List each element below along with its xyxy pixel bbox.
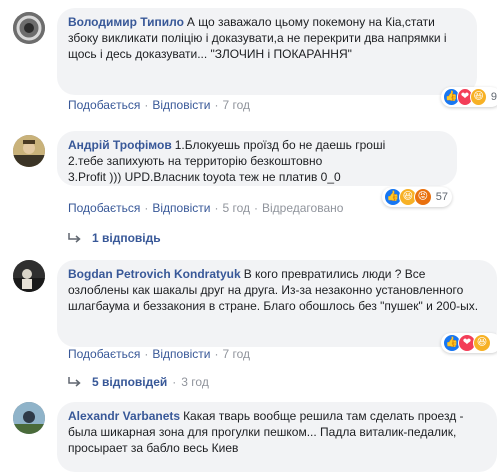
comment-author[interactable]: Володимир Типило — [68, 15, 184, 29]
comment-bubble: Bogdan Petrovich Kondratyuk В кого превра… — [57, 260, 497, 347]
avatar[interactable] — [13, 135, 45, 167]
comment-time[interactable]: 7 год — [222, 347, 250, 361]
comment-time[interactable]: 5 год — [222, 201, 250, 215]
comment-bubble: Володимир Типило А що заважало цьому поке… — [57, 8, 477, 95]
comment-bubble: Андрій Трофімов 1.Блокуешь проїзд бо не д… — [57, 131, 457, 186]
replies-time: 3 год — [181, 375, 209, 389]
comment-author[interactable]: Bogdan Petrovich Kondratyuk — [68, 267, 241, 281]
comment-actions: Подобається · Відповісти · 5 год · Відредагова… — [68, 201, 344, 215]
view-replies[interactable]: 5 відповідей · 3 год — [68, 374, 209, 390]
haha-icon: 😆 — [473, 334, 491, 352]
avatar[interactable] — [13, 12, 45, 44]
replies-count[interactable]: 1 відповідь — [92, 230, 161, 246]
comment-actions: Подобається · Відповісти · 7 год — [68, 347, 250, 361]
reaction-summary[interactable]: 👍 ❤ 😆 9 — [441, 87, 497, 107]
reply-link[interactable]: Відповісти — [152, 347, 210, 361]
like-link[interactable]: Подобається — [68, 347, 140, 361]
reaction-summary[interactable]: 👍 😆 😡 57 — [382, 187, 452, 207]
reply-arrow-icon — [68, 233, 81, 243]
avatar[interactable] — [13, 260, 45, 292]
reaction-summary[interactable]: 👍 ❤ 😆 — [441, 333, 497, 353]
angry-icon: 😡 — [413, 188, 432, 206]
view-replies[interactable]: 1 відповідь — [68, 230, 161, 246]
reaction-count: 9 — [490, 91, 497, 103]
haha-icon: 😆 — [470, 88, 487, 106]
reply-link[interactable]: Відповісти — [152, 201, 210, 215]
reply-arrow-icon — [68, 377, 81, 387]
replies-count[interactable]: 5 відповідей — [92, 374, 167, 390]
like-link[interactable]: Подобається — [68, 98, 140, 112]
comment-author[interactable]: Андрій Трофімов — [68, 138, 172, 152]
comment-time[interactable]: 7 год — [222, 98, 250, 112]
comment-actions: Подобається · Відповісти · 7 год — [68, 98, 250, 112]
avatar[interactable] — [13, 402, 45, 434]
edited-label[interactable]: Відредаговано — [262, 201, 343, 215]
like-link[interactable]: Подобається — [68, 201, 140, 215]
reply-link[interactable]: Відповісти — [152, 98, 210, 112]
reaction-count: 57 — [435, 191, 449, 203]
comment-author[interactable]: Alexandr Varbanets — [68, 409, 180, 423]
